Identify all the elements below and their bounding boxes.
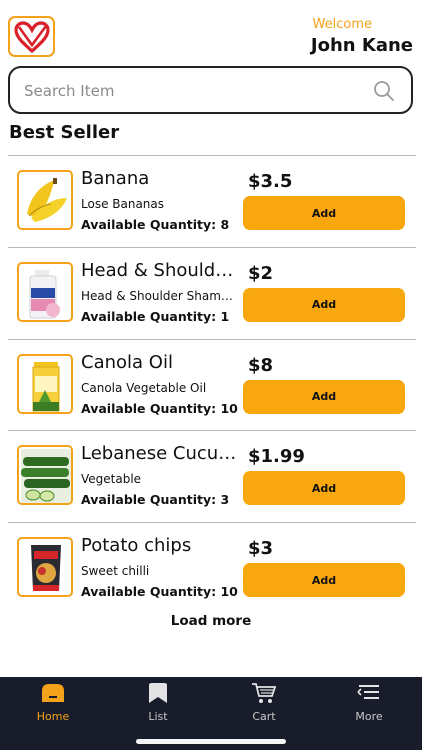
product-quantity: Available Quantity: 10 bbox=[81, 584, 238, 599]
product-item-lebanese-cucumber: Lebanese Cucumber Vegetable Available Qu… bbox=[8, 430, 416, 522]
shampoo-image[interactable] bbox=[17, 261, 73, 322]
tab-list[interactable]: List bbox=[118, 681, 198, 725]
quantity-value: 1 bbox=[220, 308, 230, 324]
load-more-link[interactable]: Load more bbox=[0, 613, 422, 629]
tab-label: List bbox=[148, 710, 168, 723]
banana-image[interactable] bbox=[17, 170, 73, 230]
search-input[interactable] bbox=[24, 80, 354, 102]
quantity-label: Available Quantity: bbox=[81, 492, 217, 508]
product-item-banana: Banana Lose Bananas Available Quantity: … bbox=[8, 155, 416, 247]
home-icon bbox=[42, 684, 64, 702]
heart-logo-icon bbox=[14, 21, 50, 53]
product-description: Sweet chilli bbox=[81, 564, 150, 579]
product-quantity: Available Quantity: 1 bbox=[81, 309, 229, 324]
product-item-potato-chips: Potato chips Sweet chilli Available Quan… bbox=[8, 522, 416, 614]
quantity-value: 3 bbox=[220, 492, 230, 508]
product-name: Lebanese Cucumber bbox=[81, 443, 241, 465]
home-indicator bbox=[136, 739, 286, 744]
canola-oil-image[interactable] bbox=[17, 353, 73, 414]
add-button[interactable]: Add bbox=[243, 563, 405, 598]
product-price: $3.5 bbox=[248, 171, 293, 192]
app-logo bbox=[8, 16, 55, 57]
search-icon[interactable] bbox=[373, 80, 395, 102]
quantity-label: Available Quantity: bbox=[81, 400, 217, 416]
product-list: Banana Lose Bananas Available Quantity: … bbox=[8, 155, 416, 614]
product-description: Canola Vegetable Oil bbox=[81, 380, 207, 395]
welcome-text: Welcome bbox=[312, 17, 372, 32]
tab-label: Cart bbox=[252, 710, 276, 723]
product-description: Vegetable bbox=[81, 472, 142, 487]
quantity-value: 10 bbox=[220, 400, 238, 416]
header: Welcome John Kane bbox=[0, 0, 422, 62]
quantity-label: Available Quantity: bbox=[81, 308, 217, 324]
product-item-canola-oil: Canola Oil Canola Vegetable Oil Availabl… bbox=[8, 338, 416, 431]
section-title: Best Seller bbox=[9, 122, 120, 143]
product-name: Potato chips bbox=[81, 535, 192, 557]
add-button[interactable]: Add bbox=[243, 287, 405, 322]
search-bar[interactable] bbox=[8, 66, 413, 114]
cart-icon bbox=[252, 683, 277, 703]
add-button[interactable]: Add bbox=[243, 379, 405, 414]
product-price: $1.99 bbox=[248, 446, 305, 468]
add-button[interactable]: Add bbox=[243, 471, 405, 506]
user-name: John Kane bbox=[310, 35, 413, 56]
tab-home[interactable]: Home bbox=[13, 681, 93, 725]
product-description: Lose Bananas bbox=[81, 197, 165, 211]
product-quantity: Available Quantity: 10 bbox=[81, 401, 238, 416]
bookmark-icon bbox=[149, 683, 167, 703]
potato-chips-image[interactable] bbox=[17, 537, 73, 598]
product-name: Canola Oil bbox=[81, 351, 173, 373]
product-item-head-shoulders: Head & Shoulders Head & Shoulder Shampoo… bbox=[8, 246, 416, 339]
product-price: $8 bbox=[248, 354, 274, 376]
tab-label: Home bbox=[36, 710, 70, 723]
add-button[interactable]: Add bbox=[243, 196, 405, 230]
product-price: $2 bbox=[248, 262, 274, 284]
product-quantity: Available Quantity: 8 bbox=[81, 217, 229, 232]
quantity-label: Available Quantity: bbox=[81, 217, 217, 232]
menu-icon bbox=[357, 685, 379, 699]
quantity-value: 10 bbox=[220, 584, 238, 600]
product-name: Banana bbox=[81, 168, 150, 189]
product-quantity: Available Quantity: 3 bbox=[81, 492, 229, 507]
tab-more[interactable]: More bbox=[329, 681, 409, 725]
product-description: Head & Shoulder Shampoo bbox=[81, 288, 239, 303]
tab-cart[interactable]: Cart bbox=[224, 681, 304, 725]
quantity-label: Available Quantity: bbox=[81, 584, 217, 600]
product-price: $3 bbox=[248, 538, 274, 560]
product-name: Head & Shoulders bbox=[81, 259, 241, 281]
quantity-value: 8 bbox=[220, 217, 230, 232]
cucumber-image[interactable] bbox=[17, 445, 73, 506]
tab-label: More bbox=[355, 710, 383, 723]
